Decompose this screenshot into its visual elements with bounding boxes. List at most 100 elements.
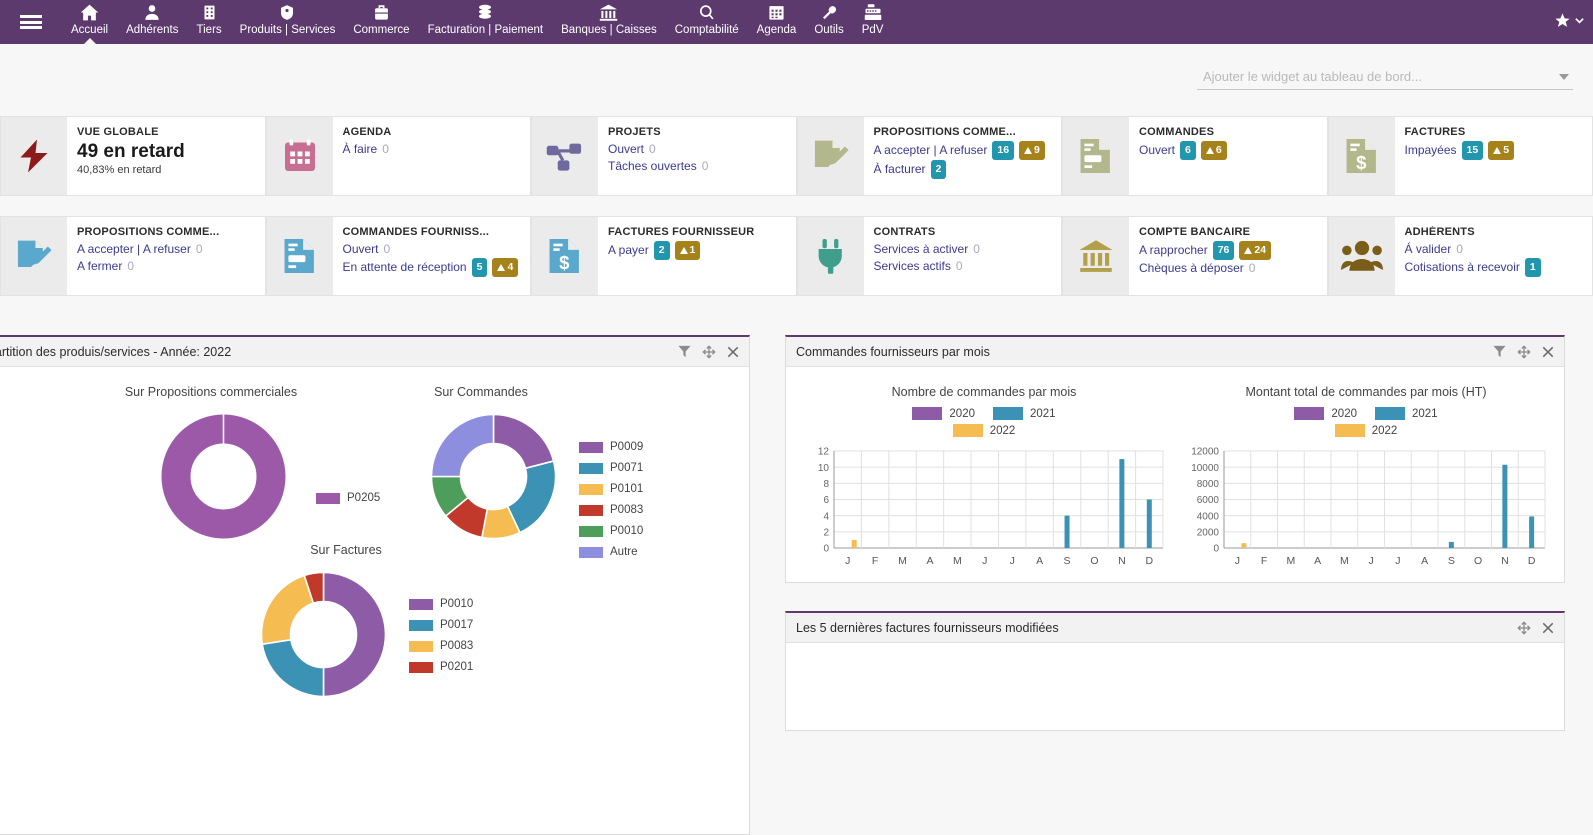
box-line-link[interactable]: Tâches ouvertes xyxy=(608,159,697,173)
warning-badge[interactable]: 24 xyxy=(1239,241,1271,260)
nav-item-adh-rents[interactable]: Adhérents xyxy=(117,0,187,44)
legend-item[interactable]: Autre xyxy=(579,546,643,558)
box-line: Á valider0 xyxy=(1405,241,1587,258)
box-line-link[interactable]: Ouvert xyxy=(343,242,379,256)
count-badge[interactable]: 5 xyxy=(472,258,488,277)
legend-montant-commandes: 2020 2021 2022 xyxy=(1176,407,1556,437)
filter-icon[interactable] xyxy=(678,345,691,358)
dashboard-box-commandes-fourniss[interactable]: COMMANDES FOURNISS...Ouvert0En attente d… xyxy=(266,216,532,296)
panel-tools xyxy=(678,345,739,359)
box-title: AGENDA xyxy=(343,126,525,138)
legend-item[interactable]: P0205 xyxy=(316,492,380,504)
dashboard-box-factures-fournisseur[interactable]: $FACTURES FOURNISSEURA payer21 xyxy=(531,216,797,296)
box-line-link[interactable]: A fermer xyxy=(77,259,122,273)
count-badge[interactable]: 6 xyxy=(1180,141,1196,160)
legend-item[interactable]: 2021 xyxy=(1375,407,1438,420)
box-line-link[interactable]: Ouvert xyxy=(1139,143,1175,157)
legend-item[interactable]: 2020 xyxy=(912,407,975,420)
count-badge[interactable]: 2 xyxy=(931,160,947,179)
box-line-link[interactable]: Cotisations à recevoir xyxy=(1405,260,1520,274)
move-icon[interactable] xyxy=(1517,621,1531,635)
warning-badge[interactable]: 9 xyxy=(1019,141,1045,160)
count-badge[interactable]: 2 xyxy=(654,241,670,260)
hamburger-menu-icon[interactable] xyxy=(0,0,62,44)
box-line-link[interactable]: Chèques à déposer xyxy=(1139,261,1244,275)
box-line-link[interactable]: Á valider xyxy=(1405,242,1452,256)
count-badge[interactable]: 76 xyxy=(1213,241,1235,260)
dashboard-box-adh-rents[interactable]: ADHÉRENTSÁ valider0Cotisations à recevoi… xyxy=(1328,216,1593,296)
nav-item-agenda[interactable]: Agenda xyxy=(748,0,806,44)
box-line-link[interactable]: À faire xyxy=(343,142,378,156)
chevron-down-icon[interactable] xyxy=(1574,15,1585,29)
move-icon[interactable] xyxy=(1517,345,1531,359)
dashboard-box-factures[interactable]: $FACTURESImpayées155 xyxy=(1328,116,1593,196)
svg-text:4000: 4000 xyxy=(1197,511,1220,522)
nav-item-commerce[interactable]: Commerce xyxy=(344,0,418,44)
warning-badge[interactable]: 5 xyxy=(1488,141,1514,160)
box-line-link[interactable]: A accepter | A refuser xyxy=(77,242,191,256)
legend-item[interactable]: 2020 xyxy=(1294,407,1357,420)
box-line-link[interactable]: À facturer xyxy=(874,162,926,176)
legend-item[interactable]: 2022 xyxy=(953,424,1016,437)
nav-item-banques-caisses[interactable]: Banques | Caisses xyxy=(552,0,666,44)
nav-item-facturation-paiement[interactable]: Facturation | Paiement xyxy=(419,0,553,44)
nav-item-tiers[interactable]: Tiers xyxy=(188,0,231,44)
legend-item[interactable]: P0101 xyxy=(579,483,643,495)
move-icon[interactable] xyxy=(702,345,716,359)
warning-badge[interactable]: 1 xyxy=(675,241,701,260)
star-icon[interactable] xyxy=(1554,12,1571,32)
legend-item[interactable]: P0083 xyxy=(579,504,643,516)
close-icon[interactable] xyxy=(1542,346,1554,358)
legend-item[interactable]: P0071 xyxy=(579,462,643,474)
dashboard-box-vue-globale[interactable]: VUE GLOBALE49 en retard40,83% en retard xyxy=(0,116,266,196)
nav-item-accueil[interactable]: Accueil xyxy=(62,0,117,44)
legend-item[interactable]: P0010 xyxy=(579,525,643,537)
box-content: AGENDAÀ faire0 xyxy=(333,117,531,195)
box-content: COMPTE BANCAIREA rapprocher7624Chèques à… xyxy=(1129,217,1327,295)
dashboard-box-propositions-comme[interactable]: PROPOSITIONS COMME...A accepter | A refu… xyxy=(797,116,1063,196)
filter-icon[interactable] xyxy=(1493,345,1506,358)
add-widget-placeholder: Ajouter le widget au tableau de bord... xyxy=(1203,69,1559,84)
box-line: Cotisations à recevoir 1 xyxy=(1405,258,1587,277)
legend-swatch xyxy=(953,424,983,437)
dashboard-box-projets[interactable]: PROJETSOuvert0Tâches ouvertes0 xyxy=(531,116,797,196)
dashboard-box-contrats[interactable]: CONTRATSServices à activer0Services acti… xyxy=(797,216,1063,296)
box-line-link[interactable]: Services à activer xyxy=(874,242,969,256)
svg-text:M: M xyxy=(953,555,962,567)
box-line-link[interactable]: En attente de réception xyxy=(343,260,467,274)
box-line-link[interactable]: A payer xyxy=(608,243,649,257)
box-line-link[interactable]: A accepter | A refuser xyxy=(874,143,988,157)
box-line-link[interactable]: A rapprocher xyxy=(1139,243,1208,257)
legend-item[interactable]: P0010 xyxy=(409,598,473,610)
nav-item-outils[interactable]: Outils xyxy=(805,0,852,44)
legend-swatch xyxy=(912,407,942,420)
project-nodes-icon xyxy=(532,117,598,195)
dashboard-box-propositions-comme[interactable]: PROPOSITIONS COMME...A accepter | A refu… xyxy=(0,216,266,296)
nav-item-produits-services[interactable]: Produits | Services xyxy=(231,0,345,44)
box-title: CONTRATS xyxy=(874,226,1056,238)
box-line-link[interactable]: Impayées xyxy=(1405,143,1457,157)
count-badge[interactable]: 1 xyxy=(1525,258,1541,277)
dashboard-box-commandes[interactable]: COMMANDESOuvert66 xyxy=(1062,116,1328,196)
box-line-link[interactable]: Ouvert xyxy=(608,142,644,156)
dashboard-box-compte-bancaire[interactable]: COMPTE BANCAIREA rapprocher7624Chèques à… xyxy=(1062,216,1328,296)
legend-swatch xyxy=(579,442,603,453)
chevron-down-icon[interactable] xyxy=(1559,74,1569,80)
nav-item-comptabilit[interactable]: Comptabilité xyxy=(666,0,748,44)
count-badge[interactable]: 15 xyxy=(1462,141,1484,160)
add-widget-select[interactable]: Ajouter le widget au tableau de bord... xyxy=(1197,64,1573,90)
legend-item[interactable]: 2021 xyxy=(993,407,1056,420)
legend-item[interactable]: P0083 xyxy=(409,640,473,652)
warning-badge[interactable]: 6 xyxy=(1201,141,1227,160)
legend-item[interactable]: P0017 xyxy=(409,619,473,631)
close-icon[interactable] xyxy=(727,346,739,358)
legend-item[interactable]: P0009 xyxy=(579,441,643,453)
warning-badge[interactable]: 4 xyxy=(492,258,518,277)
close-icon[interactable] xyxy=(1542,622,1554,634)
legend-item[interactable]: 2022 xyxy=(1335,424,1398,437)
legend-item[interactable]: P0201 xyxy=(409,661,473,673)
nav-item-pdv[interactable]: PdV xyxy=(853,0,893,44)
box-line-link[interactable]: Services actifs xyxy=(874,259,951,273)
count-badge[interactable]: 16 xyxy=(992,141,1014,160)
dashboard-box-agenda[interactable]: AGENDAÀ faire0 xyxy=(266,116,532,196)
